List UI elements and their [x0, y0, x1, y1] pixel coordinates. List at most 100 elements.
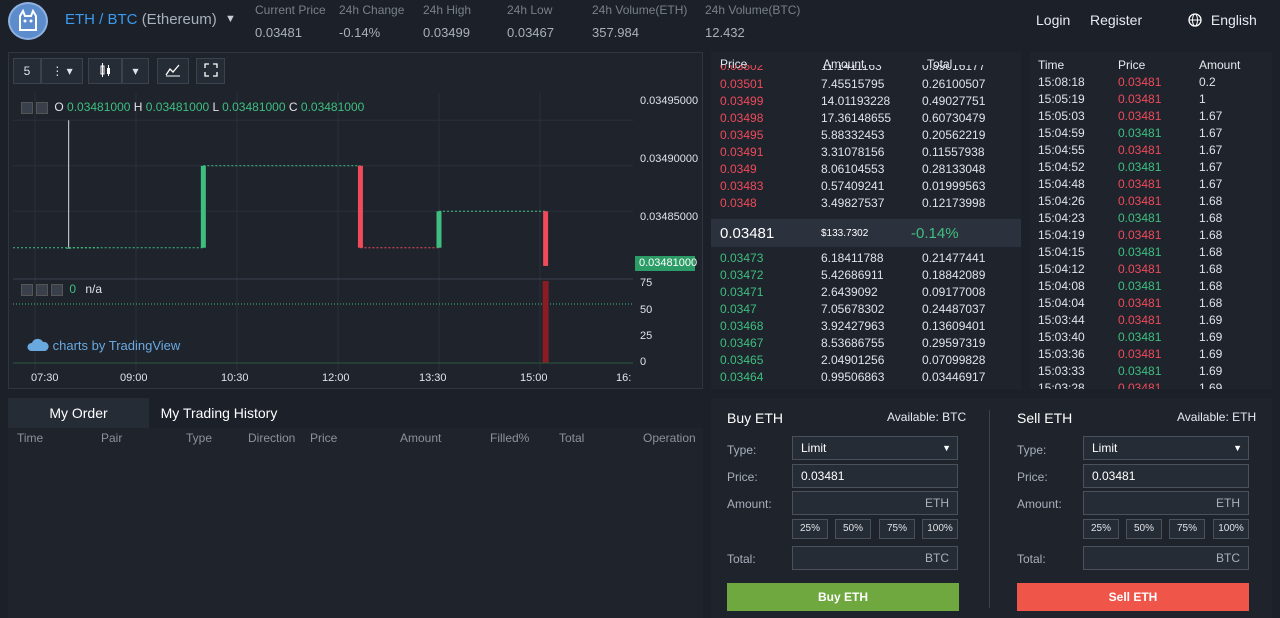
stat-value: -0.14%: [339, 25, 381, 40]
trade-time: 15:08:18: [1038, 75, 1085, 89]
ohlc-high: 0.03481000: [145, 100, 210, 114]
fullscreen-button[interactable]: [196, 58, 225, 84]
bid-total: 0.1432388: [922, 387, 979, 389]
ask-row[interactable]: 0.0348 3.49827537 0.12173998: [711, 194, 1021, 211]
interval-menu-button[interactable]: ⋮ ▾: [41, 58, 83, 84]
legend-settings-icon[interactable]: [21, 101, 33, 114]
sell-pct-50[interactable]: 50%: [1126, 519, 1162, 539]
tab-my-trading-history[interactable]: My Trading History: [149, 398, 289, 428]
ask-amount: 14.01193228: [821, 94, 891, 108]
bid-row[interactable]: 0.03471 2.6439092 0.09177008: [711, 283, 1021, 300]
bid-row[interactable]: 0.03472 5.42686911 0.18842089: [711, 266, 1021, 283]
stat-value: 0.03499: [423, 25, 470, 40]
bid-row[interactable]: 0.03463 4.13625583 0.1432388: [711, 385, 1021, 389]
chevron-down-icon[interactable]: ▼: [225, 13, 236, 25]
ask-amount: 8.06104553: [821, 162, 885, 176]
ask-row[interactable]: 0.03499 14.01193228 0.49027751: [711, 92, 1021, 109]
indicators-button[interactable]: [157, 58, 189, 84]
legend-hide-icon[interactable]: [36, 101, 48, 114]
buy-amount-input[interactable]: ETH: [792, 491, 958, 515]
buy-amount-label: Amount:: [727, 497, 772, 511]
bid-row[interactable]: 0.0347 7.05678302 0.24487037: [711, 300, 1021, 317]
trade-price: 0.03481: [1118, 92, 1162, 106]
trade-row: 15:04:15 0.03481 1.68: [1030, 243, 1272, 260]
indicator-hide-icon[interactable]: [36, 283, 48, 296]
trade-row: 15:04:12 0.03481 1.68: [1030, 260, 1272, 277]
ask-row[interactable]: 0.03491 3.31078156 0.11557938: [711, 143, 1021, 160]
sell-pct-75[interactable]: 75%: [1169, 519, 1205, 539]
register-link[interactable]: Register: [1090, 12, 1142, 28]
buy-price-input[interactable]: 0.03481: [792, 464, 958, 488]
login-link[interactable]: Login: [1036, 12, 1070, 28]
price-tick: 0.03495000: [640, 95, 699, 107]
trade-amount: 1: [1199, 92, 1206, 106]
ask-row[interactable]: 0.03502 11.1411163 0.39016177: [711, 65, 1021, 75]
sell-total-input[interactable]: BTC: [1083, 546, 1249, 570]
buy-pct-100[interactable]: 100%: [922, 519, 958, 539]
sell-type-select[interactable]: Limit ▼: [1083, 436, 1249, 460]
buy-title: Buy ETH: [727, 410, 784, 426]
bid-row[interactable]: 0.03468 3.92427963 0.13609401: [711, 317, 1021, 334]
buy-pct-50[interactable]: 50%: [835, 519, 871, 539]
stat-value: 357.984: [592, 25, 639, 40]
sell-price-input[interactable]: 0.03481: [1083, 464, 1249, 488]
trade-amount: 1.69: [1199, 381, 1223, 389]
trade-price: 0.03481: [1118, 347, 1162, 361]
trade-price: 0.03481: [1118, 126, 1162, 140]
more-vertical-icon: ⋮ ▾: [51, 64, 73, 78]
trades-header-price: Price: [1118, 58, 1146, 72]
time-tick: 13:30: [419, 372, 447, 384]
trade-row: 15:04:23 0.03481 1.68: [1030, 209, 1272, 226]
buy-type-select[interactable]: Limit ▼: [792, 436, 958, 460]
stat-value: 0.03481: [255, 25, 302, 40]
sell-pct-25[interactable]: 25%: [1083, 519, 1119, 539]
chart-plot-area[interactable]: [13, 93, 633, 371]
bid-row[interactable]: 0.03467 8.53686755 0.29597319: [711, 334, 1021, 351]
col-time: Time: [17, 431, 44, 445]
trade-time: 15:03:40: [1038, 330, 1085, 344]
time-tick: 09:00: [120, 372, 148, 384]
sell-button[interactable]: Sell ETH: [1017, 583, 1249, 611]
exchange-logo[interactable]: [8, 2, 48, 40]
ask-row[interactable]: 0.03495 5.88332453 0.20562219: [711, 126, 1021, 143]
trade-time: 15:03:44: [1038, 313, 1085, 327]
bid-row[interactable]: 0.03473 6.18411788 0.21477441: [711, 249, 1021, 266]
bid-total: 0.21477441: [922, 251, 986, 265]
language-selector[interactable]: English: [1188, 12, 1257, 28]
chart-type-menu-button[interactable]: ▾: [122, 58, 149, 84]
pair-selector[interactable]: ETH / BTC (Ethereum): [65, 11, 217, 28]
buy-pct-25[interactable]: 25%: [792, 519, 828, 539]
buy-pct-75[interactable]: 75%: [879, 519, 915, 539]
indicator-close-icon[interactable]: [51, 283, 63, 296]
tab-my-order[interactable]: My Order: [8, 398, 149, 428]
trades-header-amount: Amount: [1199, 58, 1241, 72]
trade-time: 15:04:15: [1038, 245, 1085, 259]
trade-time: 15:03:28: [1038, 381, 1085, 389]
buy-type-label: Type:: [727, 443, 757, 457]
interval-button[interactable]: 5: [13, 58, 41, 84]
sell-available: Available: ETH: [1177, 410, 1257, 424]
ask-row[interactable]: 0.03501 7.45515795 0.26100507: [711, 75, 1021, 92]
trade-time: 15:04:48: [1038, 177, 1085, 191]
indicator-settings-icon[interactable]: [21, 283, 33, 296]
chart-type-button[interactable]: [88, 58, 122, 84]
buy-button[interactable]: Buy ETH: [727, 583, 959, 611]
last-price-change: -0.14%: [911, 225, 959, 242]
buy-total-input[interactable]: BTC: [792, 546, 958, 570]
ask-row[interactable]: 0.03498 17.36148655 0.60730479: [711, 109, 1021, 126]
sell-amount-input[interactable]: ETH: [1083, 491, 1249, 515]
tradingview-attribution[interactable]: charts by TradingView: [27, 338, 180, 353]
sell-amount-unit: ETH: [1216, 496, 1240, 510]
bid-row[interactable]: 0.03465 2.04901256 0.07099828: [711, 351, 1021, 368]
stat-label: 24h Change: [339, 3, 405, 17]
trade-price: 0.03481: [1118, 177, 1162, 191]
caret-down-icon: ▼: [942, 443, 951, 453]
trade-price: 0.03481: [1118, 330, 1162, 344]
recent-trades: Time Price Amount 15:08:18 0.03481 0.2 15:0…: [1030, 52, 1272, 389]
last-price-usd: $133.7302: [821, 228, 869, 239]
sell-pct-100[interactable]: 100%: [1213, 519, 1249, 539]
ask-row[interactable]: 0.0349 8.06104553 0.28133048: [711, 160, 1021, 177]
ask-row[interactable]: 0.03483 0.57409241 0.01999563: [711, 177, 1021, 194]
bid-row[interactable]: 0.03464 0.99506863 0.03446917: [711, 368, 1021, 385]
cat-logo-icon: [19, 8, 37, 31]
